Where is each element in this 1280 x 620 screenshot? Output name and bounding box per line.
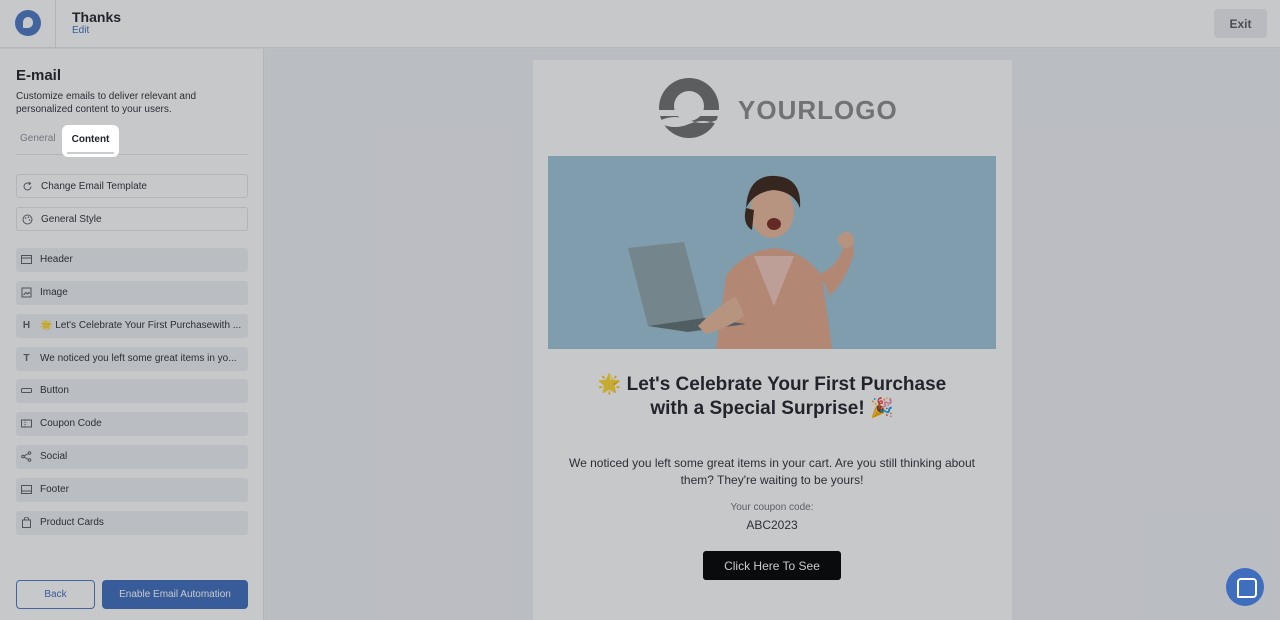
block-header-label: Header (40, 254, 73, 265)
headline-line-2: with a Special Surprise! 🎉 (650, 398, 894, 419)
sidebar-description: Customize emails to deliver relevant and… (16, 91, 197, 115)
cta-button[interactable]: Click Here To See (703, 551, 841, 580)
block-heading[interactable]: H 🌟 Let's Celebrate Your First Purchasew… (16, 314, 248, 338)
block-product-cards[interactable]: Product Cards (16, 511, 248, 535)
share-icon (21, 451, 32, 462)
block-product-cards-label: Product Cards (40, 517, 104, 528)
headline-line-1: 🌟 Let's Celebrate Your First Purchase (597, 374, 947, 395)
chat-support-icon[interactable] (1226, 568, 1264, 606)
block-button[interactable]: Button (16, 379, 248, 403)
change-email-template-button[interactable]: Change Email Template (16, 174, 248, 198)
tab-general[interactable]: General (20, 133, 56, 144)
sidebar: E-mail Customize emails to deliver relev… (0, 49, 264, 620)
brand-logo-icon (657, 78, 721, 138)
block-footer[interactable]: Footer (16, 478, 248, 502)
heading-icon: H (22, 320, 31, 331)
block-heading-label: 🌟 Let's Celebrate Your First Purchasewit… (40, 320, 242, 331)
edit-title-link[interactable]: Edit (72, 25, 89, 36)
coupon-code: ABC2023 (746, 518, 798, 532)
back-button[interactable]: Back (16, 580, 95, 609)
image-icon (21, 287, 32, 298)
divider (55, 0, 56, 48)
button-icon (21, 385, 32, 396)
email-headline: 🌟 Let's Celebrate Your First Purchase wi… (548, 373, 996, 421)
change-email-template-label: Change Email Template (41, 181, 147, 192)
page-title: Thanks (72, 9, 122, 25)
hero-image (548, 156, 996, 349)
email-preview: YOURLOGO 🌟 Let's Celebrate Your First Pu… (533, 60, 1012, 620)
palette-icon (22, 214, 33, 225)
block-header[interactable]: Header (16, 248, 248, 272)
block-button-label: Button (40, 385, 69, 396)
coupon-label: Your coupon code: (730, 502, 814, 513)
block-image-label: Image (40, 287, 68, 298)
block-text[interactable]: T We noticed you left some great items i… (16, 347, 248, 371)
footer-icon (21, 484, 32, 495)
refresh-icon (22, 181, 33, 192)
app-logo-icon[interactable] (15, 10, 41, 36)
bag-icon (21, 516, 32, 528)
email-body-text: We noticed you left some great items in … (569, 456, 975, 487)
coupon-icon (21, 418, 32, 429)
tabs-divider (16, 154, 248, 155)
block-coupon-code[interactable]: Coupon Code (16, 412, 248, 436)
enable-email-automation-button[interactable]: Enable Email Automation (102, 580, 248, 609)
sidebar-title: E-mail (16, 67, 62, 84)
exit-button[interactable]: Exit (1214, 9, 1267, 38)
block-social-label: Social (40, 451, 68, 462)
general-style-button[interactable]: General Style (16, 207, 248, 231)
text-icon: T (23, 353, 30, 364)
brand-logo-text: YOURLOGO (738, 95, 898, 125)
block-text-label: We noticed you left some great items in … (40, 353, 237, 364)
block-image[interactable]: Image (16, 281, 248, 305)
tab-content[interactable]: Content (62, 125, 119, 157)
header-icon (21, 254, 32, 265)
block-coupon-label: Coupon Code (40, 418, 102, 429)
block-footer-label: Footer (40, 484, 69, 495)
top-bar: Thanks Edit Exit (0, 0, 1280, 48)
block-social[interactable]: Social (16, 445, 248, 469)
general-style-label: General Style (41, 214, 102, 225)
